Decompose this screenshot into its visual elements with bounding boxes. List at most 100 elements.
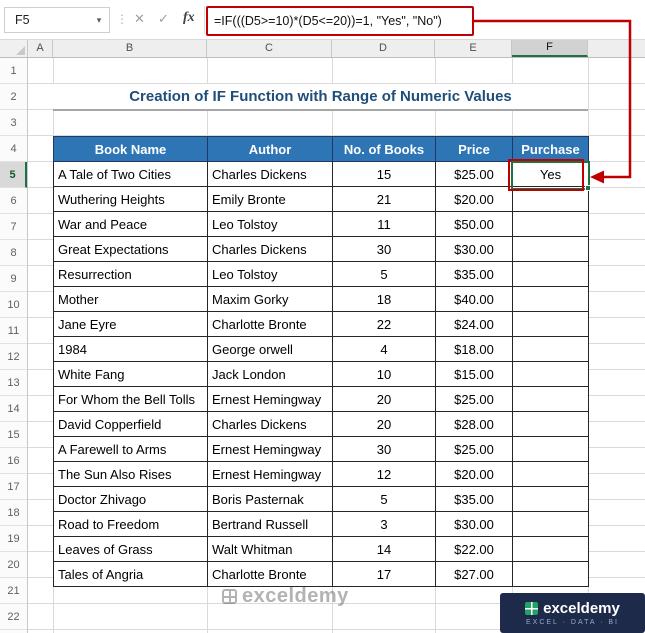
table-header-cell[interactable]: No. of Books [332,136,436,162]
table-cell[interactable] [512,361,589,387]
table-cell[interactable] [512,536,589,562]
table-cell[interactable] [512,186,589,212]
row-header-6[interactable]: 6 [0,188,27,214]
table-cell[interactable]: $50.00 [435,211,513,237]
table-cell[interactable]: 14 [332,536,436,562]
table-cell[interactable]: 20 [332,386,436,412]
table-cell[interactable] [512,286,589,312]
table-cell[interactable]: $30.00 [435,236,513,262]
table-cell[interactable]: $15.00 [435,361,513,387]
row-header-5[interactable]: 5 [0,162,27,188]
fill-handle[interactable] [585,185,591,191]
table-cell[interactable]: White Fang [53,361,208,387]
table-cell[interactable]: For Whom the Bell Tolls [53,386,208,412]
table-cell[interactable]: Charlotte Bronte [207,561,333,587]
table-cell[interactable]: Charlotte Bronte [207,311,333,337]
row-header-15[interactable]: 15 [0,422,27,448]
row-header-17[interactable]: 17 [0,474,27,500]
table-cell[interactable]: $25.00 [435,161,513,187]
table-cell[interactable] [512,311,589,337]
table-cell[interactable]: $40.00 [435,286,513,312]
table-cell[interactable]: 18 [332,286,436,312]
table-cell[interactable]: A Tale of Two Cities [53,161,208,187]
table-cell[interactable]: Leo Tolstoy [207,261,333,287]
table-cell[interactable]: $20.00 [435,461,513,487]
table-cell[interactable]: Boris Pasternak [207,486,333,512]
table-cell[interactable]: 21 [332,186,436,212]
row-header-14[interactable]: 14 [0,396,27,422]
table-cell[interactable]: 12 [332,461,436,487]
table-cell[interactable] [512,261,589,287]
table-cell[interactable]: Leo Tolstoy [207,211,333,237]
name-box-dropdown-icon[interactable]: ▾ [89,15,109,26]
column-header-B[interactable]: B [53,40,207,57]
table-cell[interactable]: Jane Eyre [53,311,208,337]
table-cell[interactable]: 4 [332,336,436,362]
table-cell[interactable]: 30 [332,236,436,262]
row-header-22[interactable]: 22 [0,604,27,630]
table-cell[interactable]: Doctor Zhivago [53,486,208,512]
table-cell[interactable]: 5 [332,486,436,512]
table-cell[interactable]: David Copperfield [53,411,208,437]
table-cell[interactable]: War and Peace [53,211,208,237]
row-header-18[interactable]: 18 [0,500,27,526]
row-header-20[interactable]: 20 [0,552,27,578]
row-header-13[interactable]: 13 [0,370,27,396]
table-cell[interactable]: $22.00 [435,536,513,562]
table-cell[interactable]: 10 [332,361,436,387]
row-header-9[interactable]: 9 [0,266,27,292]
table-cell[interactable]: $28.00 [435,411,513,437]
column-header-E[interactable]: E [435,40,512,57]
table-cell[interactable]: $35.00 [435,261,513,287]
row-header-8[interactable]: 8 [0,240,27,266]
table-cell[interactable]: $25.00 [435,386,513,412]
table-cell[interactable]: Resurrection [53,261,208,287]
table-header-cell[interactable]: Book Name [53,136,208,162]
row-header-19[interactable]: 19 [0,526,27,552]
row-header-2[interactable]: 2 [0,84,27,110]
column-header-A[interactable]: A [28,40,53,57]
table-cell[interactable]: George orwell [207,336,333,362]
column-header-C[interactable]: C [207,40,332,57]
table-cell[interactable]: 17 [332,561,436,587]
row-header-4[interactable]: 4 [0,136,27,162]
table-cell[interactable]: Charles Dickens [207,236,333,262]
insert-function-icon[interactable]: fx [183,10,195,26]
table-cell[interactable] [512,486,589,512]
table-cell[interactable]: Tales of Angria [53,561,208,587]
table-cell[interactable]: Road to Freedom [53,511,208,537]
table-cell[interactable]: 20 [332,411,436,437]
enter-icon[interactable]: ✓ [158,11,169,27]
table-cell[interactable]: $30.00 [435,511,513,537]
row-header-11[interactable]: 11 [0,318,27,344]
table-cell[interactable]: Leaves of Grass [53,536,208,562]
table-cell[interactable]: 3 [332,511,436,537]
row-header-3[interactable]: 3 [0,110,27,136]
row-header-21[interactable]: 21 [0,578,27,604]
table-cell[interactable] [512,411,589,437]
table-cell[interactable]: Ernest Hemingway [207,436,333,462]
table-cell[interactable]: 1984 [53,336,208,362]
table-cell[interactable]: 15 [332,161,436,187]
table-header-cell[interactable]: Author [207,136,333,162]
row-header-10[interactable]: 10 [0,292,27,318]
cancel-icon[interactable]: ✕ [134,11,145,27]
table-cell[interactable]: Charles Dickens [207,161,333,187]
table-cell[interactable] [512,561,589,587]
table-cell[interactable]: Bertrand Russell [207,511,333,537]
select-all-corner[interactable] [0,40,28,57]
table-cell[interactable]: 11 [332,211,436,237]
column-header-D[interactable]: D [332,40,435,57]
table-header-cell[interactable]: Purchase [512,136,589,162]
sheet-cells[interactable]: Creation of IF Function with Range of Nu… [28,58,645,633]
table-cell[interactable]: Jack London [207,361,333,387]
formula-input[interactable]: =IF(((D5>=10)*(D5<=20))=1, "Yes", "No") [206,6,474,36]
table-cell[interactable]: Ernest Hemingway [207,386,333,412]
table-cell[interactable]: 22 [332,311,436,337]
table-cell[interactable] [512,461,589,487]
table-cell[interactable]: The Sun Also Rises [53,461,208,487]
table-cell[interactable]: $24.00 [435,311,513,337]
table-cell[interactable]: $27.00 [435,561,513,587]
table-cell[interactable]: $35.00 [435,486,513,512]
table-cell[interactable] [512,211,589,237]
